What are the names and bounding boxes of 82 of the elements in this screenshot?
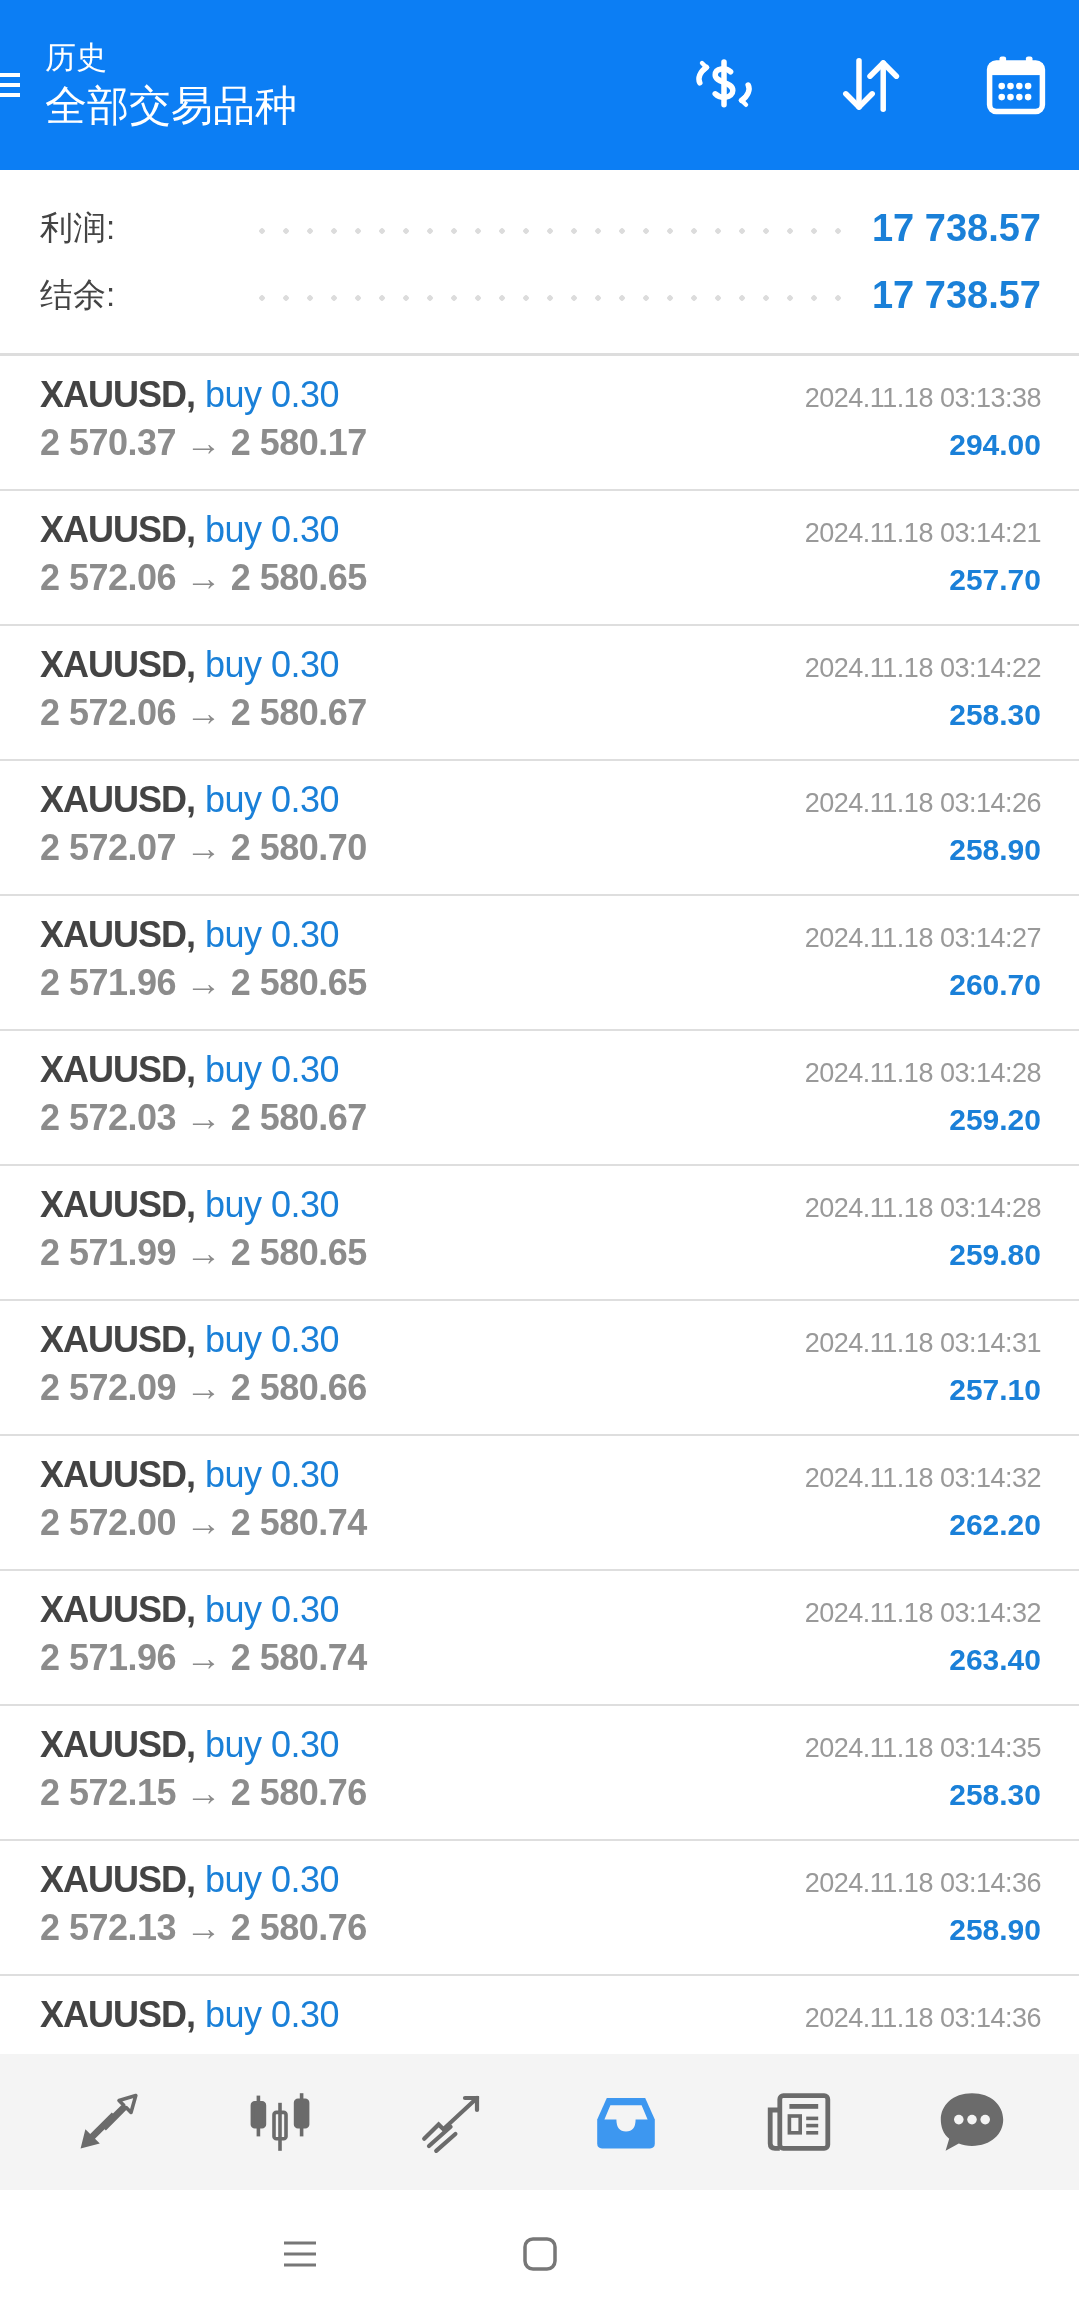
deal-profit: 257.10: [949, 1373, 1041, 1407]
deal-time: 2024.11.18 03:14:36: [804, 2003, 1041, 2034]
deal-volume: buy 0.30: [205, 509, 340, 551]
deal-row[interactable]: XAUUSD, buy 0.30 2024.11.18 03:14:31 2 572.09 → 2 580.66 257.10: [0, 1301, 1079, 1436]
deal-row[interactable]: XAUUSD, buy 0.30 2024.11.18 03:14:32 2 571.96 → 2 580.74 263.40: [0, 1571, 1079, 1706]
deal-prices: 2 572.06 → 2 580.65: [40, 557, 367, 599]
deal-prices: 2 572.15 → 2 580.76: [40, 1772, 367, 1814]
summary-value: 17 738.57: [871, 273, 1041, 317]
deal-row[interactable]: XAUUSD, buy 0.30 2024.11.18 03:14:26 2 572.07 → 2 580.70 258.90: [0, 761, 1079, 896]
deal-volume: buy 0.30: [205, 779, 340, 821]
deal-symbol: XAUUSD,: [40, 509, 196, 551]
deal-profit: 259.80: [949, 1238, 1041, 1272]
screen-title: 历史: [45, 39, 108, 77]
deal-time: 2024.11.18 03:14:28: [804, 1193, 1041, 1224]
deal-symbol: XAUUSD,: [40, 1454, 196, 1496]
deal-prices: 2 572.06 → 2 580.67: [40, 692, 367, 734]
deal-row[interactable]: XAUUSD, buy 0.30 2024.11.18 03:14:35 2 572.15 → 2 580.76 258.30: [0, 1706, 1079, 1841]
deal-symbol: XAUUSD,: [40, 1724, 196, 1766]
deal-volume: buy 0.30: [205, 1184, 340, 1226]
deal-profit: 263.40: [949, 1643, 1041, 1677]
deal-volume: buy 0.30: [205, 1319, 340, 1361]
deal-volume: buy 0.30: [205, 1589, 340, 1631]
deal-prices: 2 572.13 → 2 580.76: [40, 1907, 367, 1949]
deal-prices: 2 571.99 → 2 580.65: [40, 1232, 367, 1274]
deal-profit: 258.90: [949, 833, 1041, 867]
deal-prices: 2 572.09 → 2 580.66: [40, 1367, 367, 1409]
deal-volume: buy 0.30: [205, 374, 340, 416]
deal-row[interactable]: XAUUSD, buy 0.30 2024.11.18 03:13:38 2 570.37 → 2 580.17 294.00: [0, 356, 1079, 491]
deal-time: 2024.11.18 03:14:28: [804, 1058, 1041, 1089]
deal-symbol: XAUUSD,: [40, 1319, 196, 1361]
deal-prices: 2 571.96 → 2 580.65: [40, 962, 367, 1004]
deal-volume: buy 0.30: [205, 1454, 340, 1496]
deal-time: 2024.11.18 03:14:21: [804, 518, 1041, 549]
deal-symbol: XAUUSD,: [40, 1589, 196, 1631]
deal-row[interactable]: XAUUSD, buy 0.30 2024.11.18 03:14:36 2 572.13 → 2 580.76 258.90: [0, 1841, 1079, 1976]
deal-time: 2024.11.18 03:14:26: [804, 788, 1041, 819]
deal-volume: buy 0.30: [205, 1049, 340, 1091]
deal-row[interactable]: XAUUSD, buy 0.30 2024.11.18 03:14:27 2 571.96 → 2 580.65 260.70: [0, 896, 1079, 1031]
deal-profit: 262.20: [949, 1508, 1041, 1542]
deal-symbol: XAUUSD,: [40, 1184, 196, 1226]
deal-time: 2024.11.18 03:14:22: [804, 653, 1041, 684]
deal-time: 2024.11.18 03:14:31: [804, 1328, 1041, 1359]
deal-row[interactable]: XAUUSD, buy 0.30 2024.11.18 03:14:22 2 572.06 → 2 580.67 258.30: [0, 626, 1079, 761]
deal-symbol: XAUUSD,: [40, 914, 196, 956]
deal-prices: 2 572.07 → 2 580.70: [40, 827, 367, 869]
deal-volume: buy 0.30: [205, 1724, 340, 1766]
deal-volume: buy 0.30: [205, 1859, 340, 1901]
deal-profit: 259.20: [949, 1103, 1041, 1137]
deal-symbol: XAUUSD,: [40, 1049, 196, 1091]
deal-row[interactable]: XAUUSD, buy 0.30 2024.11.18 03:14:32 2 572.00 → 2 580.74 262.20: [0, 1436, 1079, 1571]
deal-time: 2024.11.18 03:14:36: [804, 1868, 1041, 1899]
deal-symbol: XAUUSD,: [40, 644, 196, 686]
deal-time: 2024.11.18 03:14:32: [804, 1463, 1041, 1494]
deal-row[interactable]: XAUUSD, buy 0.30 2024.11.18 03:14:21 2 572.06 → 2 580.65 257.70: [0, 491, 1079, 626]
summary-value: 17 738.57: [871, 206, 1041, 250]
deal-profit: 260.70: [949, 968, 1041, 1002]
symbol-filter[interactable]: 全部交易品种: [45, 79, 691, 133]
deal-row[interactable]: XAUUSD, buy 0.30 2024.11.18 03:14:28 2 571.99 → 2 580.65 259.80: [0, 1166, 1079, 1301]
deal-prices: 2 572.03 → 2 580.67: [40, 1097, 367, 1139]
deal-symbol: XAUUSD,: [40, 1859, 196, 1901]
deal-symbol: XAUUSD,: [40, 1994, 196, 2036]
deal-volume: buy 0.30: [205, 644, 340, 686]
deal-prices: 2 570.37 → 2 580.17: [40, 422, 367, 464]
deal-symbol: XAUUSD,: [40, 374, 196, 416]
menu-icon[interactable]: [0, 70, 20, 100]
deal-prices: 2 572.00 → 2 580.74: [40, 1502, 367, 1544]
deal-row[interactable]: XAUUSD, buy 0.30 2024.11.18 03:14:28 2 572.03 → 2 580.67 259.20: [0, 1031, 1079, 1166]
deal-volume: buy 0.30: [205, 1994, 340, 2036]
deal-volume: buy 0.30: [205, 914, 340, 956]
summary-label: 利润:: [40, 207, 117, 248]
deal-prices: 2 571.96 → 2 580.74: [40, 1637, 367, 1679]
deal-profit: 258.30: [949, 698, 1041, 732]
deal-time: 2024.11.18 03:14:35: [804, 1733, 1041, 1764]
summary-label: 结余:: [40, 274, 117, 315]
deal-symbol: XAUUSD,: [40, 779, 196, 821]
deal-profit: 258.30: [949, 1778, 1041, 1812]
deal-profit: 257.70: [949, 563, 1041, 597]
deal-profit: 258.90: [949, 1913, 1041, 1947]
deal-profit: 294.00: [949, 428, 1041, 462]
deal-time: 2024.11.18 03:14:27: [804, 923, 1041, 954]
deal-time: 2024.11.18 03:13:38: [804, 383, 1041, 414]
deal-time: 2024.11.18 03:14:32: [804, 1598, 1041, 1629]
